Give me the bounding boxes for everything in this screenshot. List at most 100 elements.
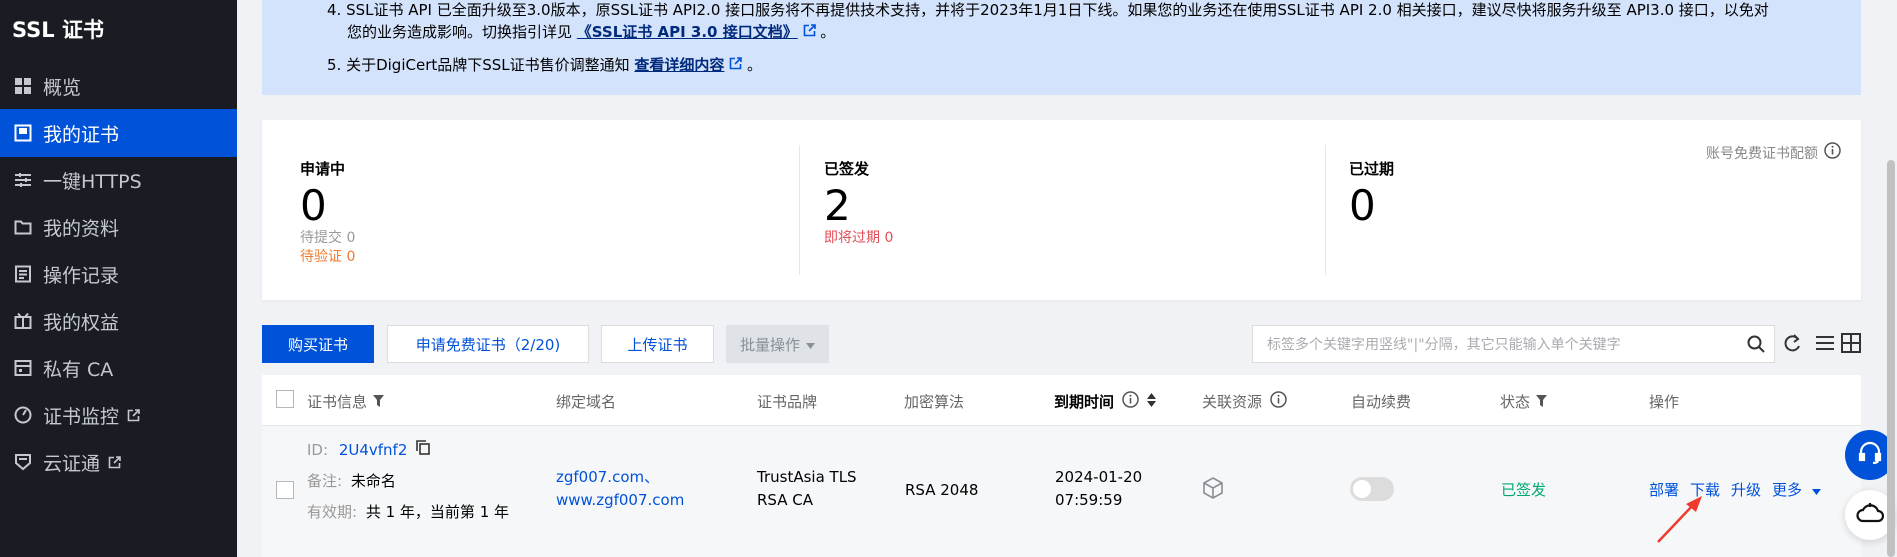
more-label: 更多 — [1772, 481, 1803, 499]
stat-count: 0 — [1349, 181, 1376, 230]
more-dropdown[interactable]: 更多 — [1772, 479, 1821, 502]
col-auto-renew: 自动续费 — [1351, 393, 1412, 411]
sidebar-item-label: 一键HTTPS — [43, 170, 142, 193]
headset-icon — [1857, 440, 1883, 470]
stat-label: 申请中 — [300, 160, 346, 178]
row-checkbox[interactable] — [276, 481, 294, 499]
sidebar-item-https[interactable]: 一键HTTPS — [0, 156, 237, 204]
status-badge: 已签发 — [1501, 481, 1547, 499]
algorithm-value: RSA 2048 — [905, 481, 979, 499]
stat-expired[interactable]: 已过期 0 — [1349, 158, 1394, 229]
remark-value[interactable]: 未命名 — [351, 472, 396, 490]
api-doc-link[interactable]: 《SSL证书 API 3.0 接口文档》 — [577, 23, 798, 41]
refresh-icon[interactable] — [1782, 333, 1802, 359]
col-expire-time[interactable]: 到期时间 — [1054, 391, 1157, 412]
grid-icon — [12, 75, 34, 97]
sidebar-item-my-profile[interactable]: 我的资料 — [0, 203, 237, 251]
batch-label: 批量操作 — [739, 335, 800, 354]
notice-line-5: 5. 关于DigiCert品牌下SSL证书售价调整通知 查看详细内容 。 — [327, 55, 762, 76]
external-link-icon[interactable] — [803, 23, 816, 41]
col-domain: 绑定域名 — [556, 393, 617, 411]
sidebar-item-label: 私有 CA — [43, 358, 114, 381]
stat-label: 已过期 — [1349, 160, 1395, 178]
sidebar-item-my-certificates[interactable]: 我的证书 — [0, 109, 237, 157]
col-algorithm: 加密算法 — [904, 393, 965, 411]
sidebar-item-cert-monitor[interactable]: 证书监控 — [0, 391, 237, 439]
id-label: ID: — [307, 441, 329, 459]
certificate-table: 证书信息 绑定域名 证书品牌 加密算法 到期时间 关联资源 自动续费 状态 操作… — [262, 375, 1861, 557]
sort-icon[interactable] — [1147, 392, 1157, 411]
search-icon[interactable] — [1746, 334, 1766, 358]
stat-label: 已签发 — [824, 160, 870, 178]
sidebar-item-cloud-cert[interactable]: 云证通 — [0, 438, 237, 486]
notice-line-4b: 您的业务造成影响。切换指引详见 《SSL证书 API 3.0 接口文档》 。 — [347, 22, 835, 43]
col-status: 状态 — [1500, 391, 1548, 412]
sidebar-item-label: 概览 — [43, 76, 82, 99]
cert-id-link[interactable]: 2U4vfnf2 — [339, 441, 408, 459]
cube-icon — [1203, 477, 1223, 503]
batch-operation-dropdown[interactable]: 批量操作 — [726, 325, 829, 363]
apply-free-certificate-button[interactable]: 申请免费证书（2/20) — [387, 325, 589, 363]
sidebar-item-private-ca[interactable]: 私有 CA — [0, 344, 237, 392]
divider — [799, 145, 800, 275]
filter-icon[interactable] — [1536, 393, 1548, 411]
brand-line-2: RSA CA — [757, 491, 813, 509]
filter-icon[interactable] — [373, 393, 385, 411]
certificate-icon — [12, 122, 34, 144]
stat-count: 0 — [300, 181, 327, 230]
info-icon[interactable] — [1122, 391, 1139, 412]
monitor-icon — [12, 404, 34, 426]
annotation-arrow-icon — [1657, 496, 1702, 543]
header-label: 关联资源 — [1202, 393, 1263, 411]
cert-remark-line: 备注: 未命名 — [307, 470, 396, 493]
validity-value: 共 1 年，当前第 1 年 — [365, 503, 510, 521]
external-link-icon[interactable] — [729, 56, 743, 74]
stat-issued[interactable]: 已签发 2 即将过期 0 — [824, 158, 893, 248]
notice-text: 。 — [747, 56, 763, 74]
folder-icon — [12, 216, 34, 238]
domain-1[interactable]: zgf007.com、 — [556, 466, 659, 489]
search-input[interactable] — [1265, 326, 1729, 364]
scrollbar[interactable] — [1887, 160, 1895, 557]
buy-certificate-button[interactable]: 购买证书 — [262, 325, 374, 363]
col-actions: 操作 — [1649, 393, 1680, 411]
header-label: 证书信息 — [307, 393, 368, 411]
grid-view-icon[interactable] — [1841, 333, 1861, 357]
col-brand: 证书品牌 — [757, 393, 818, 411]
view-details-link[interactable]: 查看详细内容 — [634, 56, 724, 74]
brand-line-1: TrustAsia TLS — [757, 468, 857, 486]
notice-line-4a: 4. SSL证书 API 已全面升级至3.0版本，原SSL证书 API2.0 接… — [327, 1, 1769, 19]
search-box[interactable] — [1252, 325, 1775, 364]
upload-certificate-button[interactable]: 上传证书 — [601, 325, 714, 363]
validity-label: 有效期: — [307, 503, 358, 521]
table-header: 证书信息 绑定域名 证书品牌 加密算法 到期时间 关联资源 自动续费 状态 操作 — [262, 375, 1861, 426]
pending-verify-count[interactable]: 待验证 0 — [300, 248, 355, 267]
remark-label: 备注: — [307, 472, 343, 490]
auto-renew-toggle[interactable] — [1350, 477, 1394, 501]
sidebar-item-label: 操作记录 — [43, 264, 120, 287]
info-icon[interactable] — [1270, 391, 1287, 412]
upgrade-link[interactable]: 升级 — [1731, 479, 1761, 502]
log-icon — [12, 263, 34, 285]
stat-applying[interactable]: 申请中 0 待提交 0 待验证 0 — [300, 158, 355, 267]
free-quota-link[interactable]: 账号免费证书配额 — [1706, 142, 1841, 163]
info-icon[interactable] — [1824, 142, 1841, 163]
external-link-icon — [108, 455, 121, 469]
col-cert-info: 证书信息 — [307, 391, 385, 412]
cert-validity-line: 有效期: 共 1 年，当前第 1 年 — [307, 501, 509, 524]
expiring-soon-count[interactable]: 即将过期 0 — [824, 229, 893, 248]
select-all-checkbox[interactable] — [276, 390, 294, 408]
notice-banner: 4. SSL证书 API 已全面升级至3.0版本，原SSL证书 API2.0 接… — [262, 0, 1861, 95]
copy-icon[interactable] — [416, 440, 430, 459]
sidebar-item-overview[interactable]: 概览 — [0, 62, 237, 110]
domain-2[interactable]: www.zgf007.com — [556, 489, 684, 512]
external-link-icon — [127, 408, 140, 422]
list-view-icon[interactable] — [1815, 333, 1835, 357]
cloud-icon — [1856, 502, 1885, 528]
header-label: 到期时间 — [1054, 393, 1115, 411]
pending-submit-count[interactable]: 待提交 0 — [300, 229, 355, 248]
col-related-resource: 关联资源 — [1202, 391, 1287, 412]
sidebar-item-my-benefits[interactable]: 我的权益 — [0, 297, 237, 345]
sidebar-item-operation-log[interactable]: 操作记录 — [0, 250, 237, 298]
notice-text: 5. 关于DigiCert品牌下SSL证书售价调整通知 — [327, 56, 630, 74]
